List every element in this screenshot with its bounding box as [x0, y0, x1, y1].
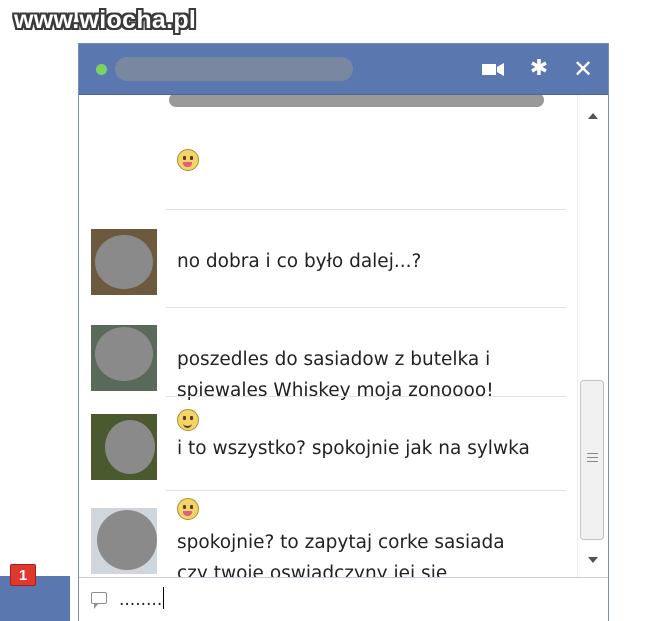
contact-name-redacted[interactable]	[115, 57, 353, 81]
close-icon[interactable]: ✕	[569, 57, 597, 81]
chat-bubble-icon	[91, 592, 107, 609]
divider	[166, 307, 566, 308]
message-text: no dobra i co było dalej...?	[177, 251, 422, 272]
online-status-icon	[96, 64, 107, 75]
message-tail	[177, 115, 575, 177]
avatar[interactable]	[91, 325, 157, 391]
gear-icon[interactable]: ✱	[525, 57, 553, 81]
chat-window: ✱ ✕ no dobra i co było dalej...? poszedl…	[78, 43, 609, 621]
scrollbar[interactable]	[577, 95, 608, 577]
message-text: spokojnie? to zapytaj corke sasiada czy …	[177, 532, 505, 577]
scrollbar-thumb[interactable]	[580, 380, 604, 540]
notification-badge: 1	[10, 564, 36, 586]
avatar[interactable]	[91, 414, 157, 480]
message-list: no dobra i co było dalej...? poszedles d…	[79, 95, 575, 577]
avatar[interactable]	[91, 229, 157, 295]
scroll-down-icon[interactable]	[588, 557, 598, 563]
message-input[interactable]: ........	[119, 587, 589, 613]
divider	[166, 396, 566, 397]
scroll-up-icon[interactable]	[588, 113, 598, 119]
video-icon[interactable]	[479, 57, 507, 87]
tongue-emoji-icon	[177, 149, 199, 171]
divider	[166, 209, 566, 210]
avatar[interactable]	[91, 508, 157, 574]
watermark: www.wiocha.pl	[14, 6, 197, 34]
message-composer[interactable]: ........	[79, 577, 608, 621]
chat-header[interactable]: ✱ ✕	[79, 44, 608, 95]
divider	[166, 490, 566, 491]
redacted-text	[169, 95, 544, 107]
